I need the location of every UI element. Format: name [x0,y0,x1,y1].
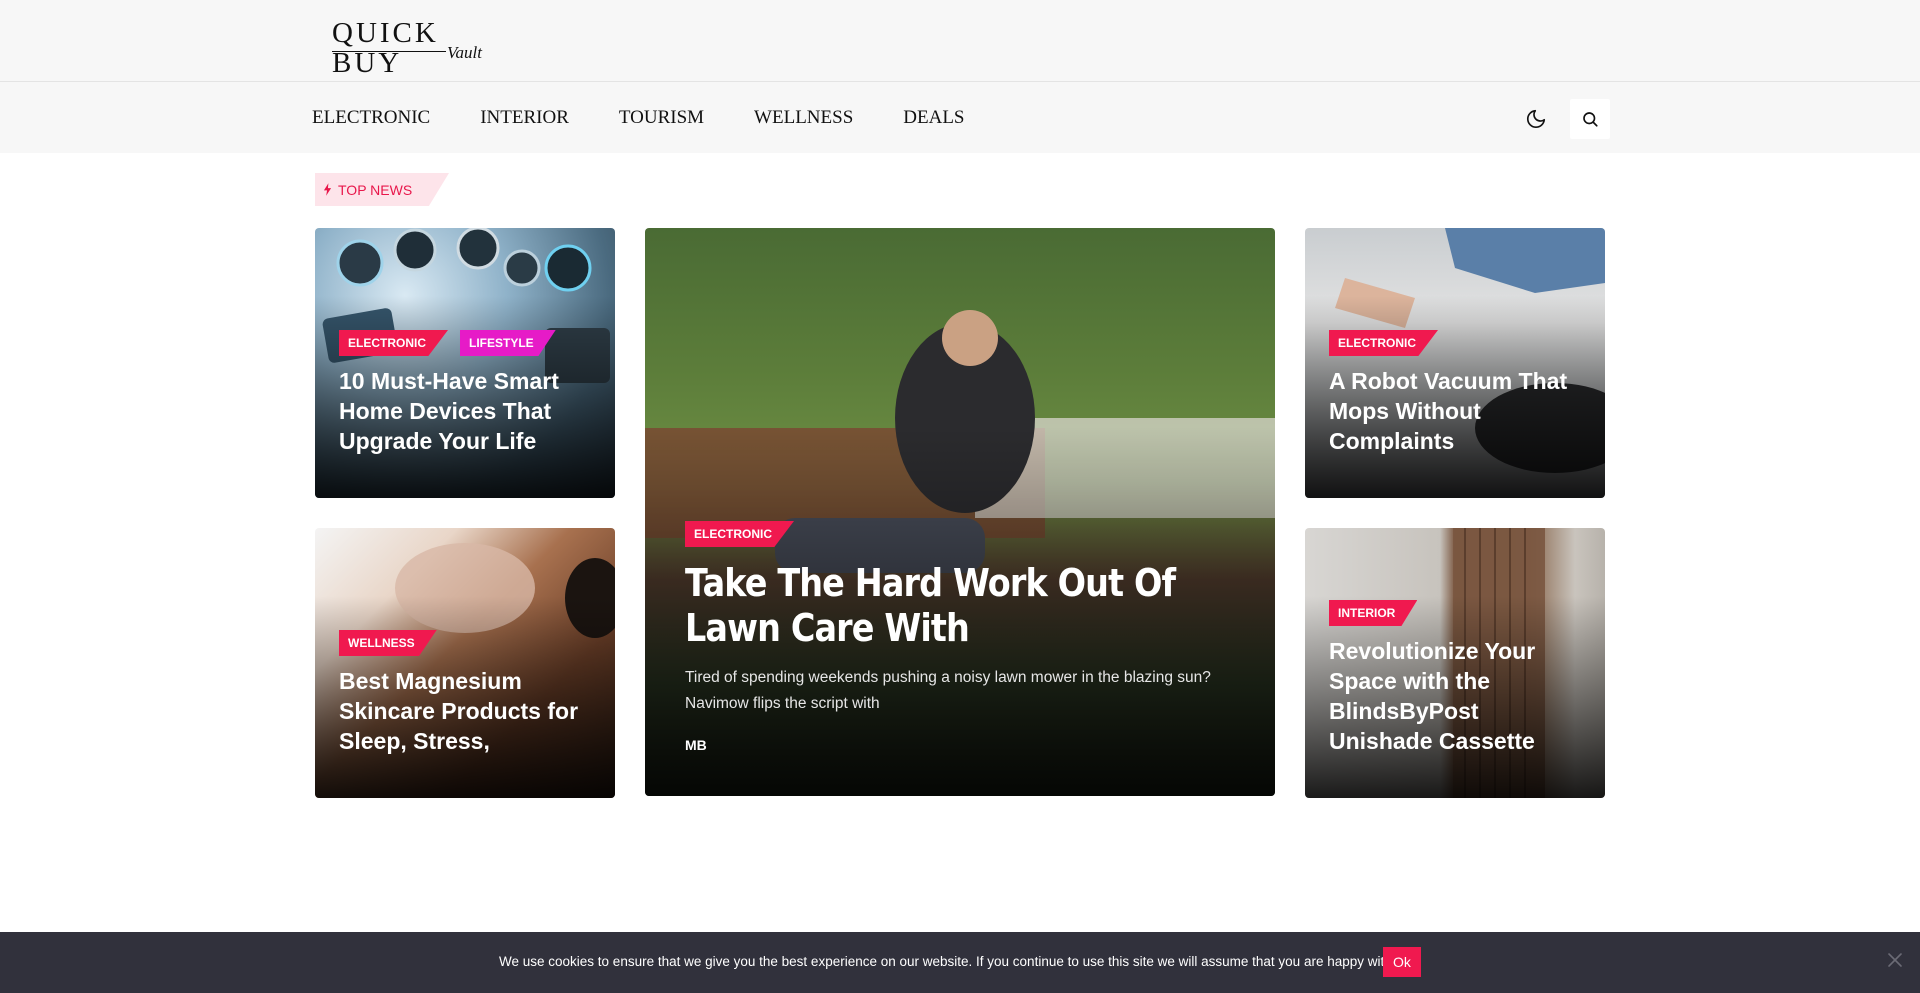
cookie-close-button[interactable] [1886,951,1904,969]
news-card-smart-home[interactable]: ELECTRONIC LIFESTYLE 10 Must-Have Smart … [315,228,615,498]
tag-electronic[interactable]: ELECTRONIC [1329,330,1438,356]
tag-wellness[interactable]: WELLNESS [339,630,437,656]
card-title[interactable]: A Robot Vacuum That Mops Without Complai… [1329,366,1585,456]
tag-lifestyle[interactable]: LIFESTYLE [460,330,556,356]
site-header: QUICK BUY Vault [0,0,1920,82]
main-menu: ELECTRONIC INTERIOR TOURISM WELLNESS DEA… [312,82,1015,153]
featured-content: ELECTRONIC Take The Hard Work Out Of Law… [685,521,1255,753]
tag-electronic[interactable]: ELECTRONIC [685,521,794,547]
tag-list: INTERIOR [1329,600,1585,626]
cookie-message: We use cookies to ensure that we give yo… [499,954,1406,969]
featured-card-lawn[interactable]: ELECTRONIC Take The Hard Work Out Of Law… [645,228,1275,796]
tag-list: ELECTRONIC LIFESTYLE [339,330,595,356]
section-title: TOP NEWS [338,181,413,198]
moon-icon [1526,109,1546,129]
featured-excerpt: Tired of spending weekends pushing a noi… [685,669,1211,712]
lightning-icon [323,183,332,196]
search-icon [1583,112,1598,127]
card-content: ELECTRONIC A Robot Vacuum That Mops With… [1329,330,1585,456]
search-button[interactable] [1570,99,1610,139]
section-label-top-news: TOP NEWS [315,173,449,206]
cookie-banner: We use cookies to ensure that we give yo… [0,932,1920,993]
dark-mode-toggle[interactable] [1516,99,1556,139]
news-card-blinds[interactable]: INTERIOR Revolutionize Your Space with t… [1305,528,1605,798]
featured-title[interactable]: Take The Hard Work Out Of Lawn Care With [685,561,1231,651]
author-initials[interactable]: MB [685,737,1255,753]
logo-rule [332,51,446,52]
nav-item-electronic[interactable]: ELECTRONIC [312,107,430,129]
news-card-robot-vacuum[interactable]: ELECTRONIC A Robot Vacuum That Mops With… [1305,228,1605,498]
close-icon [1888,953,1902,967]
card-title[interactable]: Best Magnesium Skincare Products for Sle… [339,666,595,756]
logo-subtitle: Vault [447,43,482,62]
site-logo[interactable]: QUICK BUY Vault [332,18,497,78]
nav-item-interior[interactable]: INTERIOR [480,107,569,129]
tag-list: ELECTRONIC [1329,330,1585,356]
card-title[interactable]: 10 Must-Have Smart Home Devices That Upg… [339,366,595,456]
main-navbar: ELECTRONIC INTERIOR TOURISM WELLNESS DEA… [0,82,1920,153]
nav-tools [1516,99,1610,139]
card-content: ELECTRONIC LIFESTYLE 10 Must-Have Smart … [339,330,595,456]
tag-list: WELLNESS [339,630,595,656]
card-content: INTERIOR Revolutionize Your Space with t… [1329,600,1585,756]
nav-item-wellness[interactable]: WELLNESS [754,107,853,129]
tag-list: ELECTRONIC [685,521,1255,547]
tag-electronic[interactable]: ELECTRONIC [339,330,448,356]
card-content: WELLNESS Best Magnesium Skincare Product… [339,630,595,756]
card-title[interactable]: Revolutionize Your Space with the Blinds… [1329,636,1585,756]
nav-item-deals[interactable]: DEALS [903,107,964,129]
nav-item-tourism[interactable]: TOURISM [619,107,704,129]
news-card-magnesium[interactable]: WELLNESS Best Magnesium Skincare Product… [315,528,615,798]
tag-interior[interactable]: INTERIOR [1329,600,1418,626]
cookie-accept-button[interactable]: Ok [1383,947,1421,977]
